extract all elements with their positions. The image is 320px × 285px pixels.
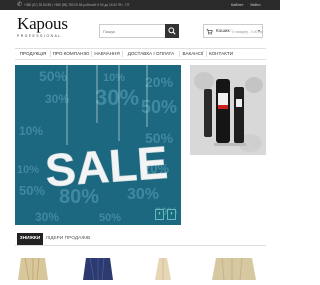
nav-item-delivery[interactable]: ДОСТАВКА І ОПЛАТА	[123, 49, 179, 59]
discount-badge: 30%	[95, 85, 139, 110]
product-bottles-image	[190, 65, 266, 155]
nav-item-training[interactable]: НАВЧАННЯ	[92, 49, 122, 59]
search-button[interactable]	[165, 24, 179, 38]
product-thumbnail[interactable]	[208, 257, 260, 281]
product-thumbnail[interactable]	[80, 257, 116, 281]
logo[interactable]: Kapous PROFESSIONAL	[17, 14, 68, 39]
product-image	[212, 257, 256, 281]
product-thumbnail[interactable]	[15, 257, 51, 281]
cart-icon	[206, 29, 213, 35]
side-promo-banner[interactable]	[190, 65, 266, 155]
discount-badge: 50%	[19, 183, 45, 198]
cart-button[interactable]: Кошик: 0 товар(ів) - 0.00 грн ▾	[203, 24, 263, 38]
nav-item-contacts[interactable]: КОНТАКТИ	[207, 49, 235, 59]
tab-discounts[interactable]: ЗНИЖКИ	[17, 233, 43, 245]
sale-banner-graphic: 50% 30% 10% 20% 30% 50% 10% 50% 20% 10% …	[15, 65, 181, 225]
discount-badge: 50%	[39, 68, 68, 84]
discount-badge: 10%	[17, 164, 39, 176]
search-input[interactable]	[103, 27, 161, 35]
login-link[interactable]: Увійти	[250, 3, 260, 8]
nav-item-vacancies[interactable]: ВАКАНСІЇ	[180, 49, 206, 59]
account-link[interactable]: Кабінет	[231, 3, 243, 8]
main-nav: ПРОДУКЦІЯ ПРО КОМПАНІЮ НАВЧАННЯ ДОСТАВКА…	[15, 48, 266, 60]
cart-label: Кошик:	[216, 28, 231, 33]
discount-badge: 50%	[141, 97, 177, 117]
search-icon	[168, 27, 176, 35]
tab-bestsellers[interactable]: ЛІДЕРИ ПРОДАЖІВ	[45, 233, 91, 245]
phone-numbers: +380 (67) 35 83 88 | +380 (95) 783 00 56…	[24, 2, 130, 7]
product-image	[18, 257, 48, 281]
phone-icon: ✆	[17, 2, 23, 8]
product-image	[83, 257, 113, 281]
sale-headline: SALE	[43, 136, 169, 196]
sale-banner[interactable]: 50% 30% 10% 20% 30% 50% 10% 50% 20% 10% …	[15, 65, 181, 225]
top-bar: ✆ +380 (67) 35 83 88 | +380 (95) 783 00 …	[0, 0, 280, 10]
chevron-down-icon: ▾	[257, 28, 260, 33]
nav-item-about[interactable]: ПРО КОМПАНІЮ	[51, 49, 91, 59]
product-thumbnail[interactable]	[145, 258, 181, 280]
discount-badge: 10%	[103, 72, 125, 84]
search-box	[99, 24, 179, 38]
discount-badge: 50%	[99, 212, 121, 224]
chevron-right-icon[interactable]: ›	[167, 209, 176, 220]
product-image	[155, 258, 171, 280]
discount-badge: 30%	[35, 210, 59, 224]
chevron-left-icon[interactable]: ‹	[155, 209, 164, 220]
logo-tagline: PROFESSIONAL	[17, 34, 62, 38]
product-tabs: ЗНИЖКИ ЛІДЕРИ ПРОДАЖІВ	[15, 233, 266, 246]
discount-badge: 30%	[45, 92, 69, 106]
logo-wordmark: Kapous	[17, 14, 68, 33]
discount-badge: 20%	[145, 74, 174, 90]
discount-badge: 10%	[19, 124, 43, 138]
nav-item-products[interactable]: ПРОДУКЦІЯ	[16, 49, 50, 59]
